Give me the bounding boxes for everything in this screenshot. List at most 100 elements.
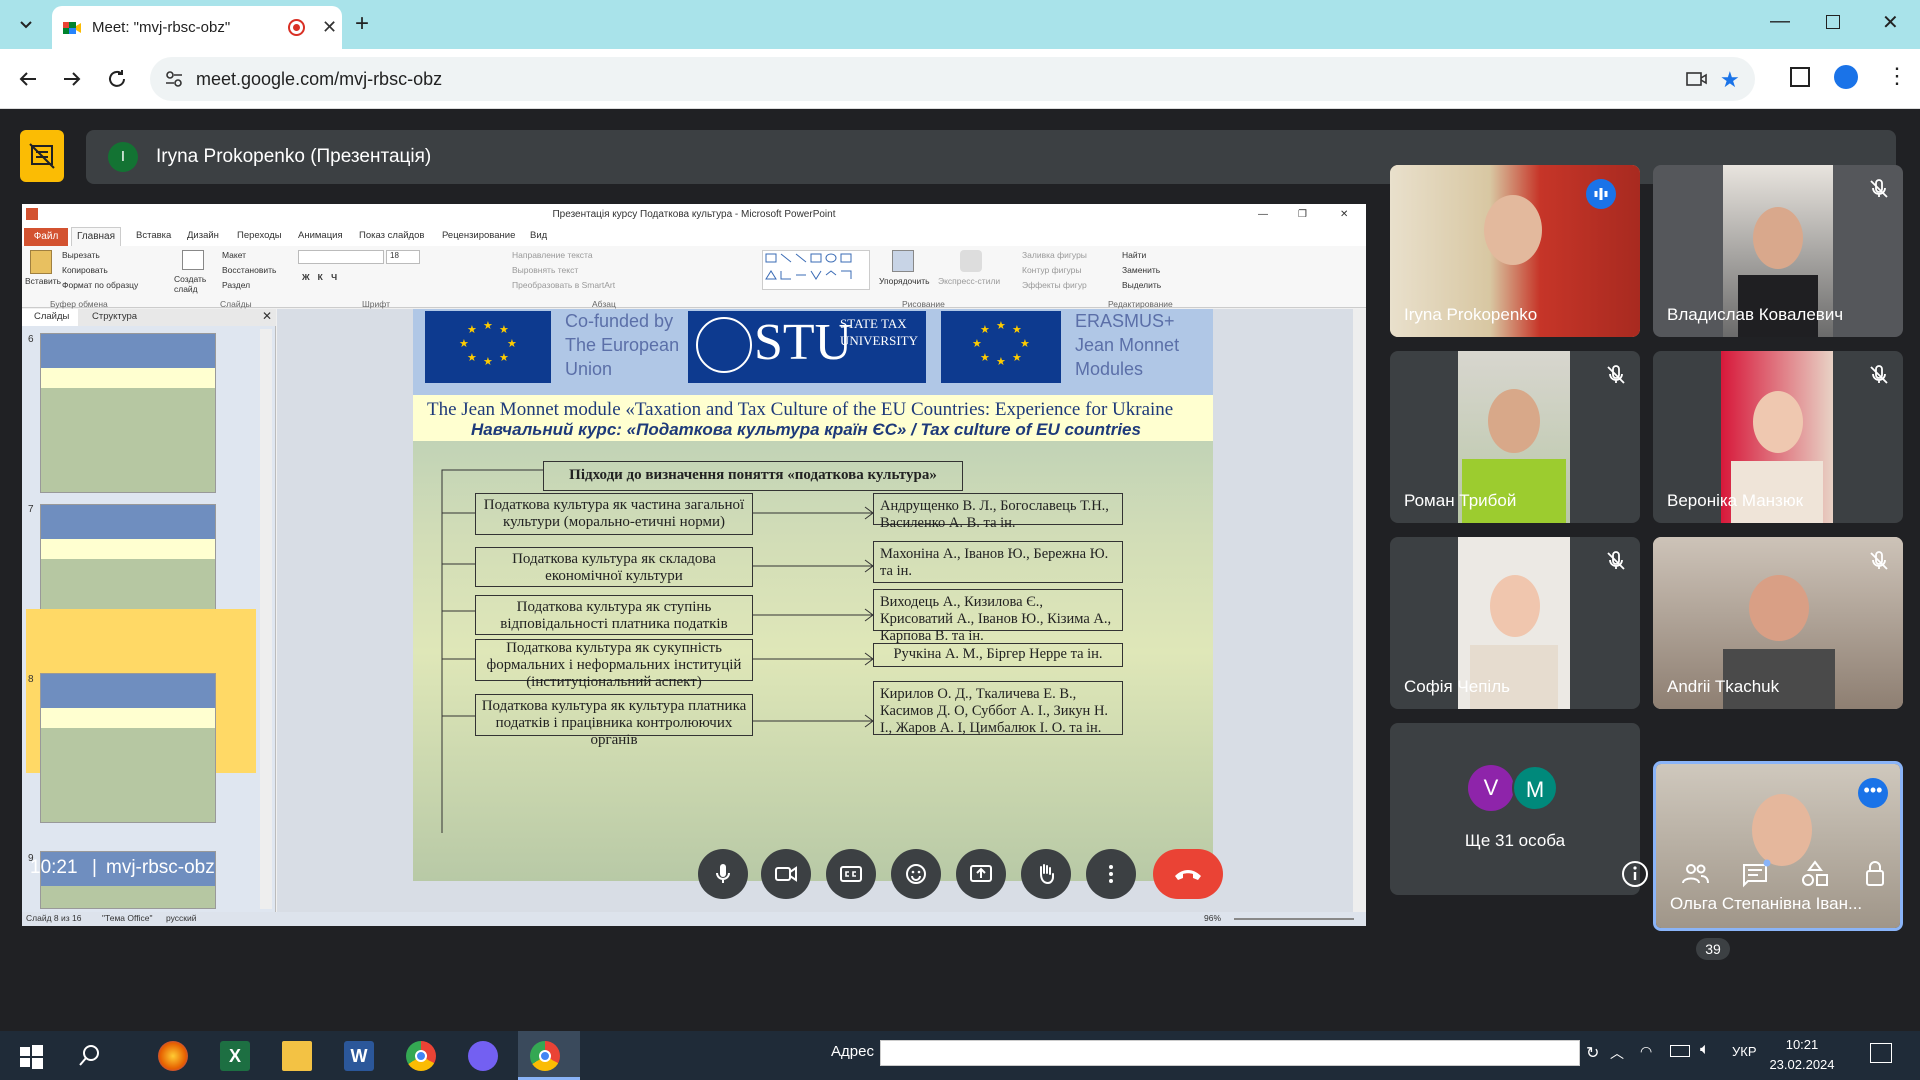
font-name-field[interactable] [298,250,384,264]
arrange-button[interactable]: Упорядочить [879,276,930,286]
tab-search-icon[interactable] [14,12,38,36]
font-format-buttons[interactable]: ЖКЧ [302,272,345,282]
search-icon[interactable] [76,1041,106,1071]
site-info-icon[interactable] [164,69,184,89]
align-text-button[interactable]: Выровнять текст [512,265,578,275]
forward-icon[interactable] [60,67,84,91]
refresh-icon[interactable]: ↻ [1586,1043,1599,1063]
paste-button[interactable]: Вставить [25,276,61,286]
ppt-tab-animation[interactable]: Анимация [298,230,343,241]
chrome-icon[interactable] [406,1041,436,1071]
participant-tile-others[interactable]: V M Ще 31 особа [1390,723,1640,895]
participant-tile-6[interactable]: Andrii Tkachuk [1653,537,1903,709]
address-toolbar-input[interactable] [880,1040,1580,1066]
quick-styles-icon[interactable] [960,250,982,272]
ppt-minimize-icon[interactable]: — [1258,204,1268,226]
participant-tile-2[interactable]: Владислав Ковалевич [1653,165,1903,337]
reset-button[interactable]: Восстановить [222,265,276,275]
firefox-icon[interactable] [158,1041,188,1071]
more-options-icon[interactable]: ••• [1858,778,1888,808]
paste-icon[interactable] [30,250,52,274]
ppt-tab-review[interactable]: Рецензирование [442,230,515,241]
copy-button[interactable]: Копировать [62,265,108,275]
activities-icon[interactable] [1798,857,1832,891]
cut-button[interactable]: Вырезать [62,250,100,260]
ppt-tab-view[interactable]: Вид [530,230,547,241]
tray-expand-icon[interactable]: ︿ [1610,1043,1624,1063]
pane-tab-slides[interactable]: Слайды [22,309,78,326]
profile-avatar[interactable] [1834,65,1858,89]
presentation-icon[interactable] [20,130,64,182]
shape-outline-button[interactable]: Контур фигуры [1022,265,1081,275]
canvas-scrollbar[interactable] [1353,309,1366,912]
zoom-slider[interactable] [1234,918,1354,920]
restore-icon[interactable] [1826,15,1840,29]
section-button[interactable]: Раздел [222,280,250,290]
ppt-tab-file[interactable]: Файл [24,228,68,246]
file-explorer-icon[interactable] [282,1041,312,1071]
wifi-icon[interactable]: ◠ [1640,1043,1652,1060]
participant-tile-1[interactable]: Iryna Prokopenko [1390,165,1640,337]
close-window-icon[interactable]: ✕ [1882,10,1899,35]
bookmark-star-icon[interactable]: ★ [1720,67,1740,93]
slide-thumbnail-8[interactable] [40,673,216,823]
excel-icon[interactable]: X [220,1041,250,1071]
volume-icon[interactable]: 🔈︎ [1700,1041,1710,1059]
chat-icon[interactable] [1738,857,1772,891]
thumb-scrollbar[interactable] [260,329,272,909]
text-direction-button[interactable]: Направление текста [512,250,593,260]
shapes-gallery[interactable] [762,250,870,290]
find-button[interactable]: Найти [1122,250,1146,260]
leave-call-button[interactable] [1153,849,1223,899]
select-button[interactable]: Выделить [1122,280,1161,290]
new-tab-icon[interactable]: + [355,10,369,38]
raise-hand-button[interactable] [1021,849,1071,899]
present-button[interactable] [956,849,1006,899]
tab-close-icon[interactable]: ✕ [322,17,337,38]
ppt-close-icon[interactable]: ✕ [1340,204,1348,226]
reload-icon[interactable] [105,67,129,91]
pane-close-icon[interactable]: ✕ [262,309,272,323]
new-slide-icon[interactable] [182,250,204,270]
ppt-restore-icon[interactable]: ❐ [1298,204,1307,226]
participant-tile-5[interactable]: Софія Чепіль [1390,537,1640,709]
host-controls-icon[interactable] [1858,857,1892,891]
viber-icon[interactable] [468,1041,498,1071]
notifications-icon[interactable] [1870,1043,1892,1063]
chrome-menu-icon[interactable]: ⋮ [1886,63,1908,89]
camera-button[interactable] [761,849,811,899]
chrome-active-icon[interactable] [530,1041,560,1071]
participant-tile-self[interactable]: ••• Ольга Степанівна Іван... [1653,761,1903,931]
participant-tile-4[interactable]: Вероніка Манзюк [1653,351,1903,523]
ppt-tab-design[interactable]: Дизайн [187,230,219,241]
browser-tab-meet[interactable]: Meet: "mvj-rbsc-obz" ✕ [52,6,342,49]
pane-tab-outline[interactable]: Структура [92,311,137,322]
ppt-tab-home[interactable]: Главная [71,227,121,247]
meeting-info-icon[interactable] [1618,857,1652,891]
ppt-tab-slideshow[interactable]: Показ слайдов [359,230,424,241]
shape-effects-button[interactable]: Эффекты фигур [1022,280,1087,290]
arrange-icon[interactable] [892,250,914,272]
ppt-tab-insert[interactable]: Вставка [136,230,171,241]
participant-tile-3[interactable]: Роман Трибой [1390,351,1640,523]
camera-permission-icon[interactable] [1686,69,1708,89]
quick-styles-button[interactable]: Экспресс-стили [938,276,1000,286]
word-icon[interactable]: W [344,1041,374,1071]
back-icon[interactable] [16,67,40,91]
format-painter-button[interactable]: Формат по образцу [62,280,138,290]
windows-start-icon[interactable] [16,1041,46,1071]
battery-icon[interactable] [1670,1045,1690,1057]
side-panel-icon[interactable] [1790,67,1810,87]
shape-fill-button[interactable]: Заливка фигуры [1022,250,1087,260]
people-icon[interactable] [1678,857,1712,891]
slide-thumbnail-6[interactable] [40,333,216,493]
replace-button[interactable]: Заменить [1122,265,1160,275]
minimize-icon[interactable]: — [1770,10,1790,33]
ppt-tab-transitions[interactable]: Переходы [237,230,282,241]
new-slide-button[interactable]: Создать слайд [174,274,214,294]
smartart-button[interactable]: Преобразовать в SmartArt [512,280,615,290]
taskbar-clock[interactable]: 10:21 23.02.2024 [1752,1035,1852,1075]
font-size-field[interactable]: 18 [386,250,420,264]
microphone-button[interactable] [698,849,748,899]
layout-button[interactable]: Макет [222,250,246,260]
